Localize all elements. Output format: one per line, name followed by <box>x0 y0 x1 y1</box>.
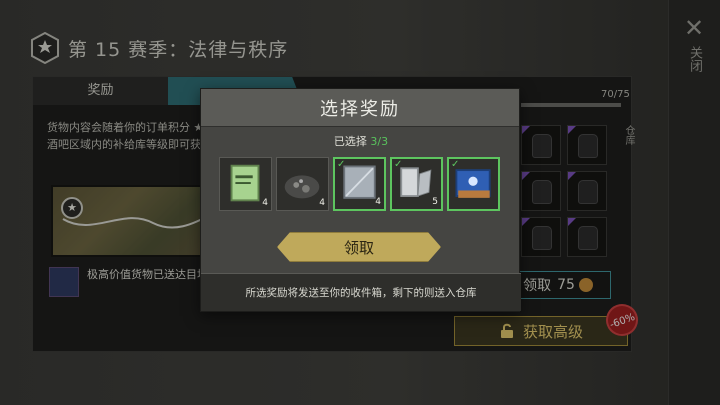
dialog-title: 选择奖励 <box>201 89 519 127</box>
claim-button[interactable]: 领取 <box>277 232 441 262</box>
item-qty: 4 <box>262 198 268 208</box>
item-qty: 4 <box>375 197 381 207</box>
check-icon: ✓ <box>451 159 460 170</box>
check-icon: ✓ <box>337 159 346 170</box>
reward-item-blue-box[interactable]: ✓ <box>447 157 500 211</box>
reward-items: 4 4 ✓ 4 ✓ 5 ✓ <box>219 157 503 215</box>
reward-item-metal-plate[interactable]: ✓ 4 <box>333 157 386 211</box>
selected-status: 已选择 3/3 <box>201 133 521 149</box>
selected-prefix: 已选择 <box>333 135 367 148</box>
check-icon: ✓ <box>394 159 403 170</box>
reward-item-gravel[interactable]: 4 <box>276 157 329 211</box>
reward-item-scrap-metal[interactable]: ✓ 5 <box>390 157 443 211</box>
selected-count: 3/3 <box>370 135 389 148</box>
reward-item-notebook[interactable]: 4 <box>219 157 272 211</box>
item-qty: 5 <box>432 197 438 207</box>
item-qty: 4 <box>319 198 325 208</box>
dialog-footer-text: 所选奖励将发送至你的收件箱，剩下的则送入仓库 <box>201 273 521 311</box>
select-reward-dialog: 选择奖励 已选择 3/3 4 4 ✓ 4 ✓ 5 ✓ 领取 所选奖励将发送至你的… <box>200 88 521 312</box>
